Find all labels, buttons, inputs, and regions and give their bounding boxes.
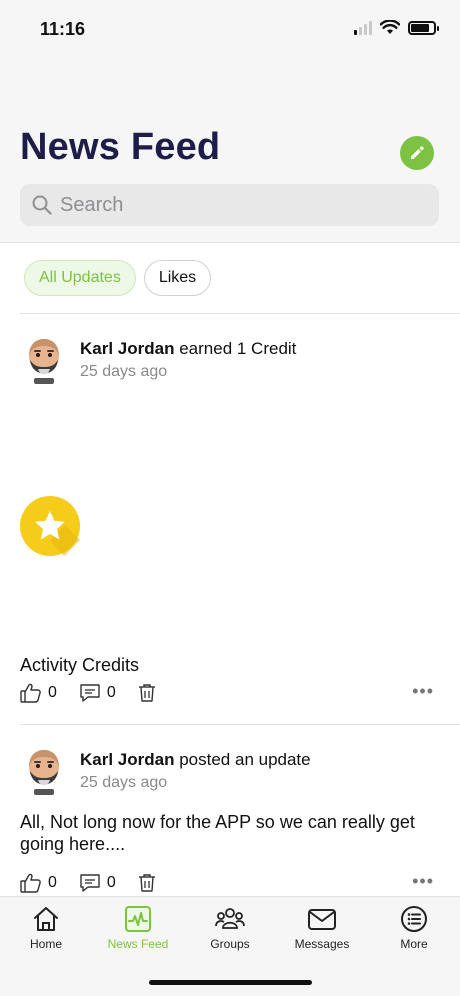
pencil-icon: [411, 146, 424, 159]
groups-icon: [215, 908, 245, 929]
filter-all-updates[interactable]: All Updates: [24, 260, 136, 296]
tab-more[interactable]: More: [368, 905, 460, 951]
status-time: 11:16: [40, 19, 86, 39]
mail-icon: [308, 909, 336, 930]
post-actions: 0 0: [20, 873, 178, 893]
header-divider: [0, 242, 460, 243]
more-options-icon[interactable]: •••: [412, 681, 434, 702]
home-icon: [34, 907, 58, 931]
home-indicator: [149, 980, 312, 985]
like-button[interactable]: 0: [20, 683, 57, 703]
like-count: 0: [48, 874, 57, 891]
list-icon: [401, 906, 427, 932]
like-count: 0: [48, 684, 57, 701]
delete-button[interactable]: [138, 873, 156, 893]
cellular-signal-icon: [354, 20, 372, 35]
battery-icon: [408, 20, 439, 35]
comment-count: 0: [106, 874, 116, 891]
post-divider: [20, 724, 460, 725]
compose-button[interactable]: [400, 136, 434, 170]
post-author[interactable]: Karl Jordan: [80, 339, 174, 358]
comment-icon: [80, 874, 100, 892]
tab-news-feed[interactable]: News Feed: [92, 905, 184, 951]
header: 11:16 News Feed: [0, 0, 460, 242]
activity-icon: [125, 906, 151, 932]
tab-label: Groups: [210, 937, 250, 951]
post-headline: Karl Jordan posted an update: [80, 750, 311, 770]
tab-home[interactable]: Home: [0, 905, 92, 951]
tab-label: Messages: [294, 937, 350, 951]
star-badge-icon: [20, 496, 80, 556]
post-body: All, Not long now for the APP so we can …: [20, 812, 415, 854]
search-input[interactable]: [60, 193, 420, 217]
more-options-icon[interactable]: •••: [412, 871, 434, 892]
post-action: posted an update: [179, 750, 311, 769]
filter-likes[interactable]: Likes: [143, 260, 212, 296]
post-time: 25 days ago: [80, 774, 168, 791]
search-icon: [32, 195, 52, 215]
search-bar[interactable]: [20, 184, 439, 226]
post-body: Activity Credits: [20, 655, 140, 675]
post-time: 25 days ago: [80, 363, 168, 380]
post-author[interactable]: Karl Jordan: [80, 750, 174, 769]
comment-button[interactable]: 0: [79, 873, 116, 893]
comment-count: 0: [106, 684, 116, 701]
comment-icon: [80, 684, 100, 702]
tab-messages[interactable]: Messages: [276, 905, 368, 951]
trash-icon: [138, 874, 155, 892]
thumbs-up-icon: [20, 873, 41, 893]
delete-button[interactable]: [138, 683, 156, 703]
tab-groups[interactable]: Groups: [184, 905, 276, 951]
filter-chips: All Updates Likes: [24, 260, 212, 296]
like-button[interactable]: 0: [20, 873, 57, 893]
filter-divider: [20, 313, 460, 314]
post-actions: 0 0: [20, 683, 178, 703]
status-icons: [354, 20, 439, 35]
tab-label: News Feed: [107, 937, 169, 951]
page-title: News Feed: [20, 126, 221, 168]
thumbs-up-icon: [20, 683, 41, 703]
tab-label: More: [400, 937, 428, 951]
trash-icon: [138, 684, 155, 702]
post-headline: Karl Jordan earned 1 Credit: [80, 339, 296, 359]
post-action: earned 1 Credit: [179, 339, 297, 358]
avatar[interactable]: [24, 336, 64, 384]
comment-button[interactable]: 0: [79, 683, 116, 703]
wifi-icon: [380, 20, 400, 34]
avatar[interactable]: [24, 747, 64, 795]
tab-label: Home: [29, 937, 62, 951]
